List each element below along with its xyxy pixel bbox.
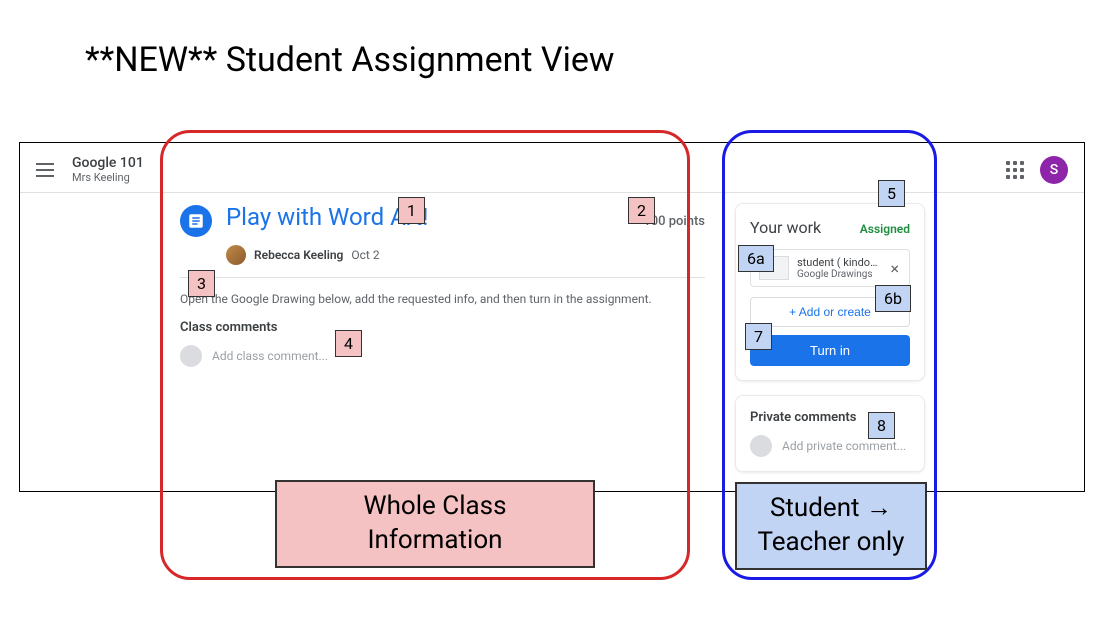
your-work-title: Your work — [750, 218, 821, 237]
assignment-header: Play with Word Art! 100 points — [180, 203, 705, 237]
region-label-whole-class: Whole Class Information — [275, 480, 595, 568]
user-avatar[interactable]: S — [1040, 156, 1068, 184]
app-header: Google 101 Mrs Keeling S — [20, 143, 1084, 193]
assignment-description: Open the Google Drawing below, add the r… — [180, 277, 705, 320]
remove-attachment-icon[interactable]: × — [888, 259, 901, 278]
region-label-student-teacher: Student → Teacher only — [735, 482, 927, 570]
class-comment-input[interactable]: Add class comment... — [180, 345, 705, 367]
assignment-date: Oct 2 — [351, 248, 379, 262]
your-work-panel: Your work Assigned student ( kindof ) ..… — [735, 203, 925, 472]
class-info[interactable]: Google 101 Mrs Keeling — [72, 155, 1006, 184]
class-name: Google 101 — [72, 155, 1006, 171]
author-avatar — [226, 245, 246, 265]
class-comment-placeholder: Add class comment... — [212, 349, 328, 363]
menu-icon[interactable] — [36, 163, 54, 177]
add-or-create-button[interactable]: + Add or create — [750, 297, 910, 327]
attachment-name: student ( kindof ) ... — [797, 256, 880, 269]
private-comment-avatar — [750, 435, 772, 457]
author-name: Rebecca Keeling — [254, 248, 343, 262]
turn-in-button[interactable]: Turn in — [750, 335, 910, 366]
private-comment-placeholder: Add private comment... — [782, 439, 906, 453]
class-comments-heading: Class comments — [180, 320, 705, 335]
attachment-thumbnail — [759, 256, 789, 280]
private-comments-card: Private comments Add private comment... — [735, 395, 925, 472]
assignment-points: 100 points — [643, 214, 705, 229]
apps-grid-icon[interactable] — [1006, 161, 1024, 179]
your-work-card: Your work Assigned student ( kindof ) ..… — [735, 203, 925, 381]
attachment-row[interactable]: student ( kindof ) ... Google Drawings × — [750, 249, 910, 287]
slide-title: **NEW** Student Assignment View — [85, 40, 614, 80]
attachment-type: Google Drawings — [797, 269, 880, 280]
content-area: Play with Word Art! 100 points Rebecca K… — [20, 193, 1084, 482]
assignment-title: Play with Word Art! — [226, 203, 429, 231]
teacher-name: Mrs Keeling — [72, 171, 1006, 184]
classroom-app: Google 101 Mrs Keeling S Play with Word … — [19, 142, 1085, 492]
private-comments-heading: Private comments — [750, 410, 910, 425]
comment-avatar — [180, 345, 202, 367]
assignment-main: Play with Word Art! 100 points Rebecca K… — [180, 203, 705, 472]
status-badge: Assigned — [860, 222, 910, 236]
assignment-byline: Rebecca Keeling Oct 2 — [226, 245, 705, 265]
assignment-icon — [180, 205, 212, 237]
private-comment-input[interactable]: Add private comment... — [750, 435, 910, 457]
